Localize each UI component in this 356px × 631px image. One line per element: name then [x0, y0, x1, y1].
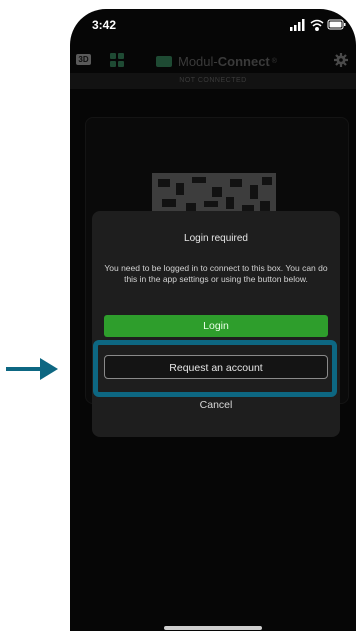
signal-icon	[290, 19, 305, 31]
home-indicator[interactable]	[164, 626, 262, 630]
arrow-right-icon	[6, 358, 58, 380]
system-status-icons	[290, 19, 346, 31]
grid-icon[interactable]	[110, 53, 124, 67]
brand-prefix: Modul-	[178, 53, 218, 69]
status-bar: 3:42	[70, 9, 356, 39]
highlight-box	[93, 340, 337, 397]
connection-status-bar: NOT CONNECTED	[70, 73, 356, 89]
brand-logo-icon	[156, 55, 172, 67]
battery-icon	[327, 19, 346, 30]
login-required-dialog: Login required You need to be logged in …	[92, 211, 340, 437]
login-button[interactable]: Login	[104, 315, 328, 337]
phone-screen: 3:42 3D Modul- Connect ® NOT CONNECTED L…	[70, 9, 356, 631]
brand-registered-mark: ®	[271, 57, 277, 65]
wifi-icon	[310, 19, 324, 31]
cancel-button[interactable]: Cancel	[104, 397, 328, 413]
app-bar: 3D Modul- Connect ®	[70, 49, 356, 73]
status-time: 3:42	[92, 18, 117, 32]
dialog-message: You need to be logged in to connect to t…	[104, 263, 328, 284]
dialog-title: Login required	[184, 233, 248, 244]
view-3d-button[interactable]: 3D	[76, 54, 91, 65]
app-brand: Modul- Connect ®	[156, 53, 277, 69]
gear-icon[interactable]	[334, 53, 348, 67]
brand-name: Connect	[217, 53, 270, 69]
